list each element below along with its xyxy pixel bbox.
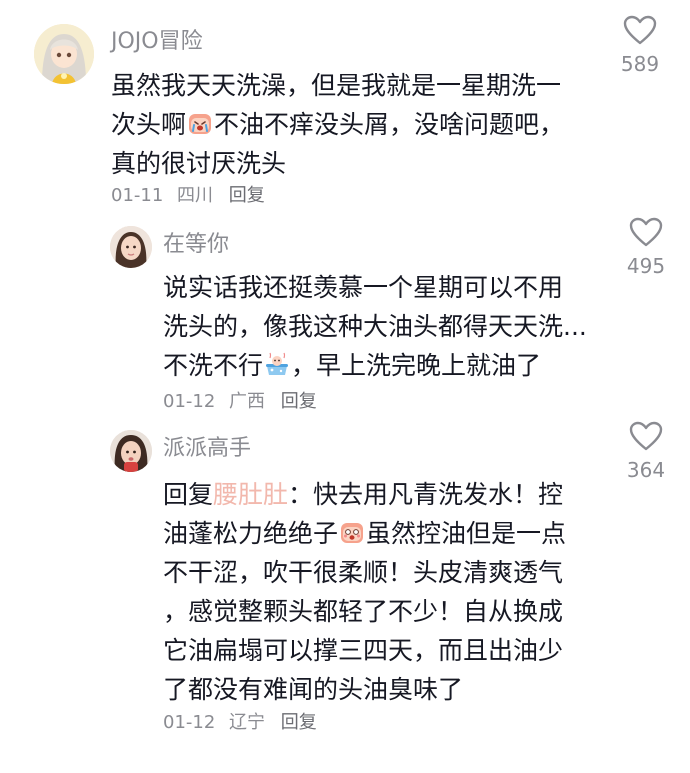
avatar[interactable] (110, 226, 152, 268)
like-button[interactable]: 364 (616, 420, 676, 482)
comment-text-line: 真的很讨厌洗头 (111, 149, 287, 178)
reply-button[interactable]: 回复 (281, 391, 317, 412)
comment-meta: 01-12 辽宁 回复 (163, 711, 317, 735)
comment-date: 01-12 (163, 712, 216, 733)
comment-text: 回复腰肚肚：快去用凡青洗发水！控 油蓬松力绝绝子 虽然控油但是一点 不干涩，吹干… (163, 475, 566, 709)
avatar[interactable] (34, 24, 94, 84)
comment-text-segment: ：快去用凡青洗发水！控 (288, 480, 564, 509)
comment-text-line: 不干涩，吹干很柔顺！头皮清爽透气 (163, 558, 564, 587)
comment-text-line: 油蓬松力绝绝子 虽然控油但是一点 (163, 514, 566, 553)
comment-username[interactable]: 在等你 (163, 231, 229, 259)
comment-text-segment: 不洗不行 (163, 351, 264, 380)
comment-location: 广西 (229, 391, 266, 412)
heart-icon (623, 15, 657, 45)
comment-meta: 01-11 四川 回复 (111, 184, 265, 208)
reply-button[interactable]: 回复 (281, 712, 317, 733)
comment-text-line: ，感觉整颗头都轻了不少！自从换成 (163, 597, 564, 626)
comment-username[interactable]: 派派高手 (163, 435, 251, 463)
like-count: 364 (626, 458, 666, 482)
crying-face-emoji-icon (187, 109, 213, 135)
comment-text-line: 了都没有难闻的头油臭味了 (163, 675, 464, 704)
girl-photo-avatar-icon (110, 226, 152, 268)
comment-text-segment: 虽然控油但是一点 (366, 519, 567, 548)
comment-text-line: 回复腰肚肚：快去用凡青洗发水！控 (163, 475, 566, 514)
hot-bath-emoji-icon (264, 350, 290, 376)
comment-date: 01-11 (111, 185, 164, 206)
comment-item: 派派高手 回复腰肚肚：快去用凡青洗发水！控 油蓬松力绝绝子 虽然控油但是一点 不… (0, 420, 690, 773)
comment-location: 四川 (177, 185, 214, 206)
comment-text-segment: 次头啊 (111, 110, 187, 139)
anime-girl-avatar-icon (34, 24, 94, 84)
like-button[interactable]: 495 (616, 216, 676, 278)
comment-text-line: 次头啊 不油不痒没头屑，没啥问题吧， (111, 105, 564, 144)
like-count: 589 (620, 52, 660, 76)
comment-text: 虽然我天天洗澡，但是我就是一星期洗一 次头啊 不油不痒没头屑，没啥问题吧， 真的… (111, 66, 564, 183)
comment-meta: 01-12 广西 回复 (163, 390, 317, 414)
comment-username[interactable]: JOJO冒险 (111, 28, 203, 56)
comment-item: 在等你 说实话我还挺羡慕一个星期可以不用 洗头的，像我这种大油头都得天天洗...… (0, 217, 690, 420)
avatar[interactable] (110, 430, 152, 472)
comment-item: JOJO冒险 虽然我天天洗澡，但是我就是一星期洗一 次头啊 不油不痒没头屑，没啥… (0, 0, 690, 220)
reply-prefix: 回复 (163, 480, 214, 509)
comment-text-line: 洗头的，像我这种大油头都得天天洗... (163, 312, 587, 341)
like-count: 495 (626, 254, 666, 278)
excited-face-emoji-icon (339, 518, 365, 544)
mention-link[interactable]: 腰肚肚 (213, 480, 288, 509)
comment-text-line: 它油扁塌可以撑三四天，而且出油少 (163, 636, 564, 665)
comment-date: 01-12 (163, 391, 216, 412)
comment-text-line: 虽然我天天洗澡，但是我就是一星期洗一 (111, 71, 562, 100)
comment-text-segment: ，早上洗完晚上就油了 (291, 351, 542, 380)
comment-location: 辽宁 (229, 712, 266, 733)
heart-icon (629, 217, 663, 247)
comment-text-segment: 不油不痒没头屑，没啥问题吧， (214, 110, 565, 139)
comment-text: 说实话我还挺羡慕一个星期可以不用 洗头的，像我这种大油头都得天天洗... 不洗不… (163, 268, 587, 385)
comment-text-line: 说实话我还挺羡慕一个星期可以不用 (163, 273, 564, 302)
comment-text-line: 不洗不行 ，早上洗完晚上就油了 (163, 346, 587, 385)
heart-icon (629, 421, 663, 451)
like-button[interactable]: 589 (610, 14, 670, 76)
comment-text-segment: 油蓬松力绝绝子 (163, 519, 339, 548)
girl-photo-avatar-icon (110, 430, 152, 472)
reply-button[interactable]: 回复 (229, 185, 265, 206)
